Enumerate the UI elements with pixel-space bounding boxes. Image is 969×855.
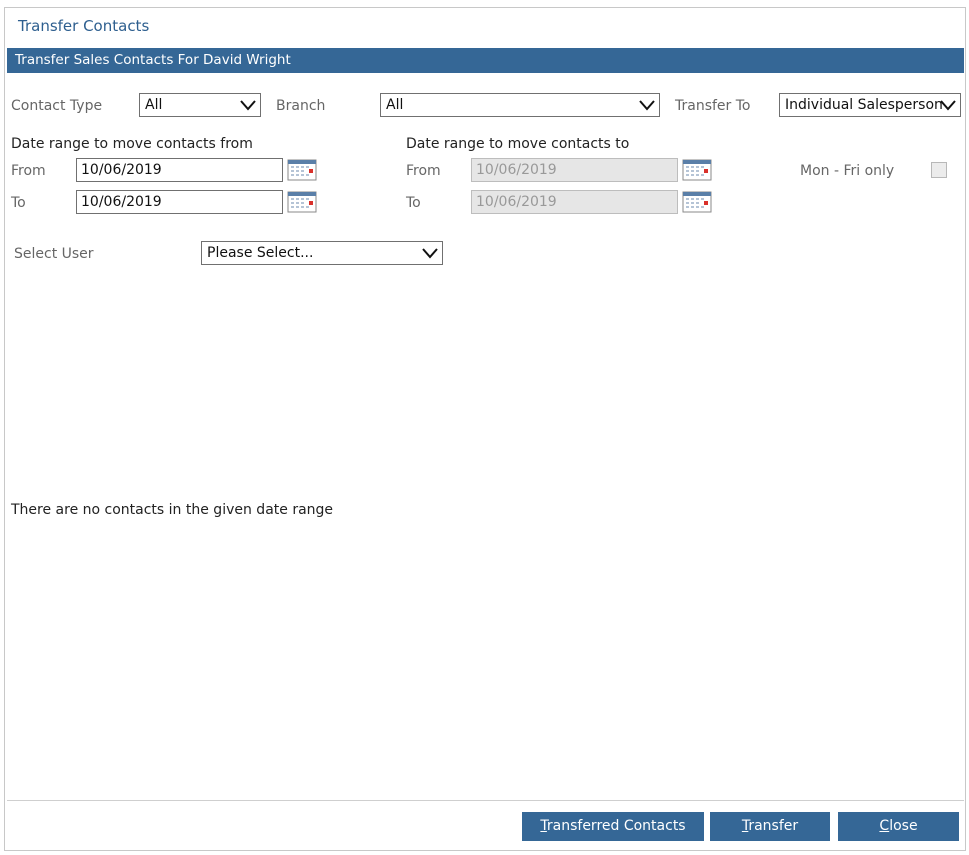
contact-type-label: Contact Type bbox=[11, 98, 103, 114]
to-range-to-label: To bbox=[406, 195, 421, 211]
contact-type-select[interactable]: All bbox=[139, 93, 261, 117]
to-range-from-input: 10/06/2019 bbox=[471, 158, 678, 182]
close-button[interactable]: Close bbox=[838, 812, 959, 841]
transfer-contacts-dialog: Transfer Contacts Transfer Sales Contact… bbox=[4, 7, 966, 851]
from-date-end-input[interactable]: 10/06/2019 bbox=[76, 190, 283, 214]
chevron-down-icon bbox=[422, 248, 438, 259]
chevron-down-icon bbox=[940, 100, 956, 111]
chevron-down-icon bbox=[240, 100, 256, 111]
calendar-icon[interactable] bbox=[287, 158, 317, 182]
to-range-to-input: 10/06/2019 bbox=[471, 190, 678, 214]
close-accesskey: C bbox=[879, 818, 890, 834]
transferred-contacts-button[interactable]: Transferred Contacts bbox=[522, 812, 704, 841]
mon-fri-label: Mon - Fri only bbox=[800, 163, 895, 179]
branch-value: All bbox=[386, 97, 404, 113]
calendar-icon[interactable] bbox=[287, 190, 317, 214]
from-date-label: From bbox=[11, 163, 46, 179]
close-label: lose bbox=[889, 818, 918, 834]
transfer-to-select[interactable]: Individual Salesperson bbox=[779, 93, 961, 117]
date-from-range-heading: Date range to move contacts from bbox=[11, 136, 253, 152]
transfer-to-label: Transfer To bbox=[675, 98, 751, 114]
to-range-from-label: From bbox=[406, 163, 441, 179]
mon-fri-checkbox[interactable] bbox=[931, 162, 947, 178]
branch-label: Branch bbox=[276, 98, 326, 114]
date-to-range-heading: Date range to move contacts to bbox=[406, 136, 630, 152]
select-user-label: Select User bbox=[14, 246, 94, 262]
transferred-contacts-label: ransferred Contacts bbox=[546, 818, 686, 834]
calendar-icon[interactable] bbox=[682, 158, 712, 182]
select-user-dropdown[interactable]: Please Select... bbox=[201, 241, 443, 265]
from-date-start-input[interactable]: 10/06/2019 bbox=[76, 158, 283, 182]
transfer-button[interactable]: Transfer bbox=[710, 812, 830, 841]
dialog-title: Transfer Contacts bbox=[18, 17, 150, 35]
transfer-to-value: Individual Salesperson bbox=[785, 97, 943, 113]
contact-type-value: All bbox=[145, 97, 163, 113]
transfer-label: ransfer bbox=[748, 818, 799, 834]
select-user-value: Please Select... bbox=[207, 245, 314, 261]
empty-results-message: There are no contacts in the given date … bbox=[11, 502, 334, 518]
branch-select[interactable]: All bbox=[380, 93, 660, 117]
chevron-down-icon bbox=[639, 100, 655, 111]
footer-divider bbox=[7, 800, 964, 801]
section-header: Transfer Sales Contacts For David Wright bbox=[7, 48, 964, 73]
calendar-icon[interactable] bbox=[682, 190, 712, 214]
to-date-label: To bbox=[11, 195, 26, 211]
